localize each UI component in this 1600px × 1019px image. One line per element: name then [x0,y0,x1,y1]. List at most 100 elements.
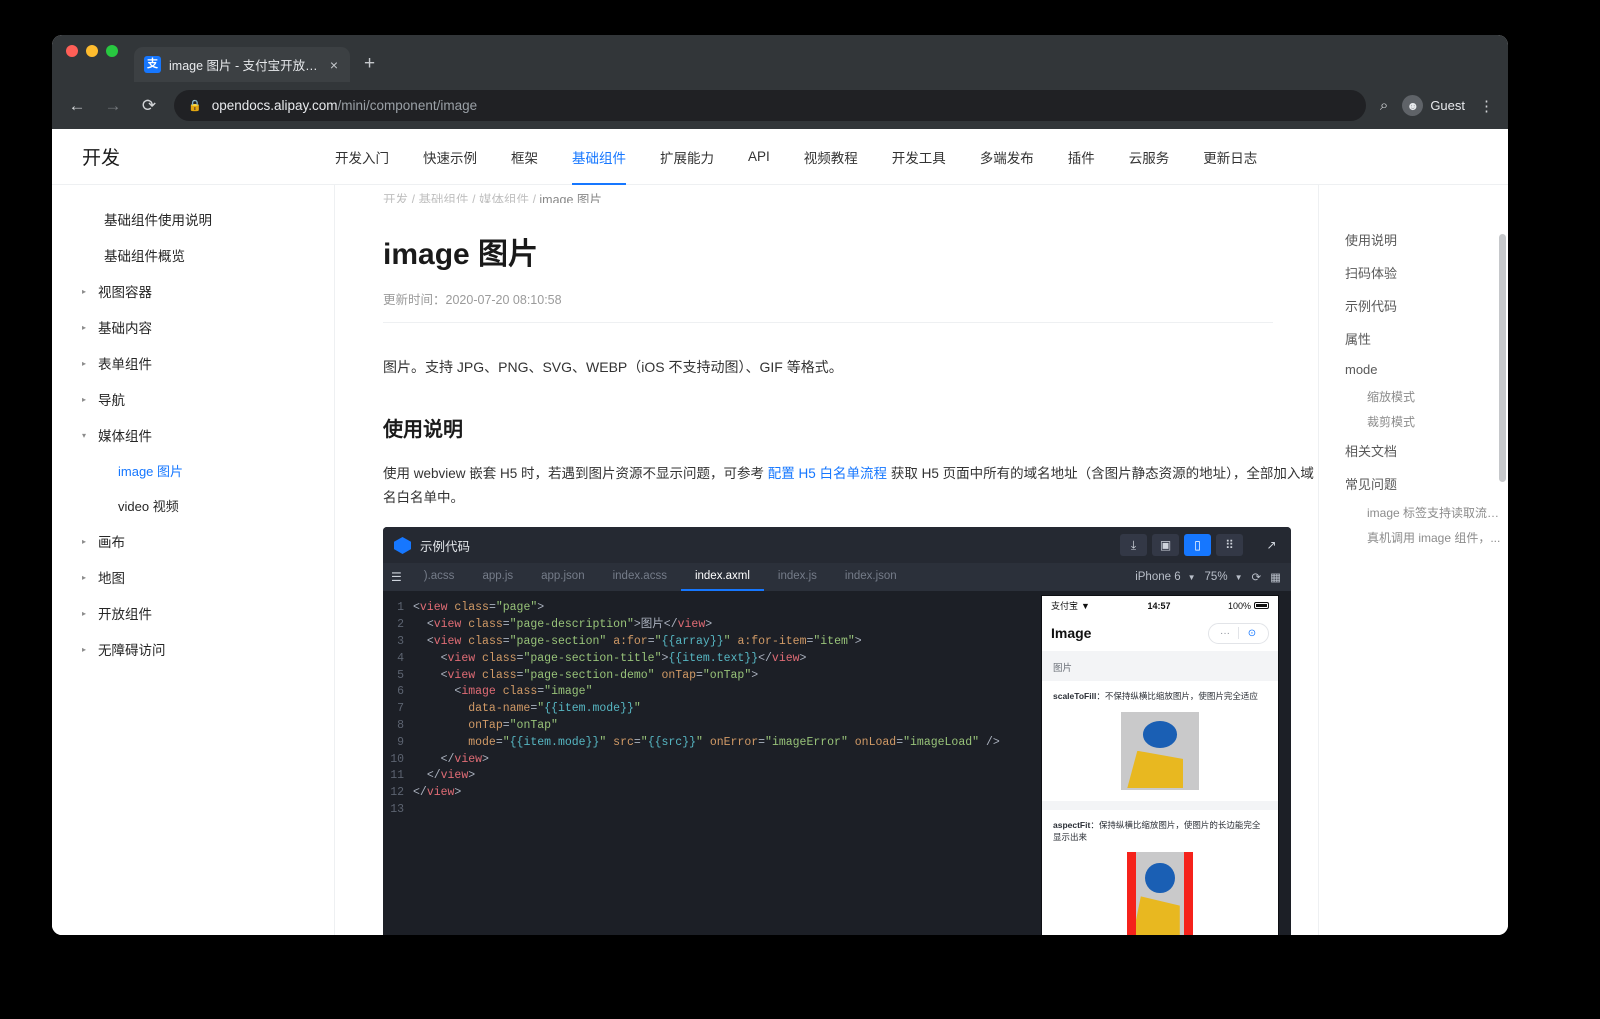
file-tab-5[interactable]: index.js [764,563,831,591]
sidebar-item-4[interactable]: ▸表单组件 [52,345,334,381]
file-tab-6[interactable]: index.json [831,563,911,591]
sidebar-item-label: 无障碍访问 [98,639,166,659]
code-token: view [454,753,482,766]
h5-whitelist-link[interactable]: 配置 H5 白名单流程 [768,466,887,481]
sidebar-item-0[interactable]: 基础组件使用说明 [52,201,334,237]
grid-apps-icon[interactable]: ⠿ [1216,534,1243,556]
code-token [703,736,710,749]
share-icon[interactable]: ↗ [1258,534,1285,556]
mode-preview-image[interactable] [1127,852,1193,935]
nav-item-4[interactable]: 扩展能力 [660,129,714,185]
browser-menu-icon[interactable]: ⋮ [1479,97,1494,115]
sidebar-item-label: video 视频 [118,496,179,515]
file-menu-icon[interactable]: ☰ [383,563,410,591]
sidebar-item-10[interactable]: ▸地图 [52,559,334,595]
sidebar-item-12[interactable]: ▸无障碍访问 [52,631,334,667]
page-title: image 图片 [383,229,1318,273]
sidebar-item-8[interactable]: video 视频 [52,488,334,523]
device-label: iPhone 6 [1135,571,1180,583]
file-tab-3[interactable]: index.acss [599,563,681,591]
code-line: 7 data-name="{{item.mode}}" [383,701,1029,718]
qrcode-device-icon[interactable]: ▣ [1152,534,1179,556]
toc-item-2[interactable]: 示例代码 [1345,289,1508,322]
toc-item-9[interactable]: image 标签支持读取流文... [1345,500,1508,525]
breadcrumb-l2[interactable]: 媒体组件 [479,193,529,203]
updated-time: 更新时间：2020-07-20 08:10:58 [383,289,1318,308]
breadcrumb-root[interactable]: 开发 [383,193,408,203]
toc-item-7[interactable]: 相关文档 [1345,434,1508,467]
nav-item-3[interactable]: 基础组件 [572,129,626,185]
back-icon[interactable]: ← [66,96,88,116]
toc-item-8[interactable]: 常见问题 [1345,467,1508,500]
close-icon[interactable]: ⊙ [1239,628,1265,639]
nav-item-7[interactable]: 开发工具 [892,129,946,185]
file-tab-0[interactable]: ).acss [410,563,469,591]
toc-item-10[interactable]: 真机调用 image 组件，... [1345,525,1508,550]
url-input[interactable]: 🔒 opendocs.alipay.com/mini/component/ima… [174,90,1366,121]
nav-item-9[interactable]: 插件 [1068,129,1095,185]
code-token: " [655,635,662,648]
toc-item-0[interactable]: 使用说明 [1345,223,1508,256]
file-tab-2[interactable]: app.json [527,563,598,591]
scrollbar-thumb[interactable] [1499,234,1506,482]
code-token: onTap [661,669,696,682]
site-logo[interactable]: 开发 [52,143,335,170]
line-number: 8 [383,718,413,735]
profile-button[interactable]: ☻ Guest [1402,95,1465,116]
window-controls [66,35,118,82]
file-tab-4[interactable]: index.axml [681,563,764,591]
nav-item-8[interactable]: 多端发布 [980,129,1034,185]
zoom-selector[interactable]: 75% ▼ [1205,571,1243,583]
code-token: = [696,669,703,682]
forward-icon[interactable]: → [102,96,124,116]
sidebar-item-label: 基础组件概览 [104,245,185,265]
sidebar-item-3[interactable]: ▸基础内容 [52,309,334,345]
page-scrollbar[interactable] [1499,186,1506,935]
reload-icon[interactable]: ⟳ [138,96,160,116]
toc-item-1[interactable]: 扫码体验 [1345,256,1508,289]
mode-card-list: scaleToFill：不保持纵横比缩放图片，使图片完全适应aspectFit：… [1042,681,1278,935]
nav-item-10[interactable]: 云服务 [1129,129,1170,185]
code-token: view [441,769,469,782]
device-selector[interactable]: iPhone 6 ▼ [1135,571,1195,583]
sidebar-item-6[interactable]: ▾媒体组件 [52,417,334,453]
maximize-window-button[interactable] [106,45,118,57]
file-tab-1[interactable]: app.js [468,563,527,591]
close-window-button[interactable] [66,45,78,57]
nav-item-5[interactable]: API [748,131,770,182]
mode-preview-image[interactable] [1121,712,1199,790]
download-icon[interactable]: ⤓ [1120,534,1147,556]
minimize-window-button[interactable] [86,45,98,57]
toc-item-3[interactable]: 属性 [1345,322,1508,355]
sidebar-item-1[interactable]: 基础组件概览 [52,237,334,273]
sidebar-item-5[interactable]: ▸导航 [52,381,334,417]
nav-item-0[interactable]: 开发入门 [335,129,389,185]
nav-item-2[interactable]: 框架 [511,129,538,185]
toc-item-6[interactable]: 裁剪模式 [1345,409,1508,434]
breadcrumb-l1[interactable]: 基础组件 [418,193,468,203]
sidebar-item-11[interactable]: ▸开放组件 [52,595,334,631]
close-icon[interactable]: × [328,58,340,72]
nav-item-6[interactable]: 视频教程 [804,129,858,185]
layout-icon[interactable]: ▦ [1270,570,1281,584]
browser-tab[interactable]: 支 image 图片 - 支付宝开放平台 × [134,47,350,82]
code-token: view [772,652,800,665]
sidebar-item-7[interactable]: image 图片 [52,453,334,488]
nav-item-11[interactable]: 更新日志 [1203,129,1257,185]
toc-item-4[interactable]: mode [1345,355,1508,384]
toc-item-5[interactable]: 缩放模式 [1345,384,1508,409]
code-editor[interactable]: 1<view class="page">2 <view class="page-… [383,591,1029,935]
sidebar-item-9[interactable]: ▸画布 [52,523,334,559]
code-token: {{array}} [662,635,724,648]
nav-item-1[interactable]: 快速示例 [423,129,477,185]
more-icon[interactable]: ··· [1212,628,1238,639]
url-path: /mini/component/image [338,98,478,113]
new-tab-icon[interactable]: + [364,53,375,75]
mode-description: 不保持纵横比缩放图片，使图片完全适应 [1105,691,1258,701]
search-icon[interactable]: ⌕ [1380,97,1388,114]
phone-preview-icon[interactable]: ▯ [1184,534,1211,556]
sidebar-item-2[interactable]: ▸视图容器 [52,273,334,309]
code-token [848,736,855,749]
refresh-icon[interactable]: ⟳ [1251,570,1261,584]
code-token: view [434,635,462,648]
